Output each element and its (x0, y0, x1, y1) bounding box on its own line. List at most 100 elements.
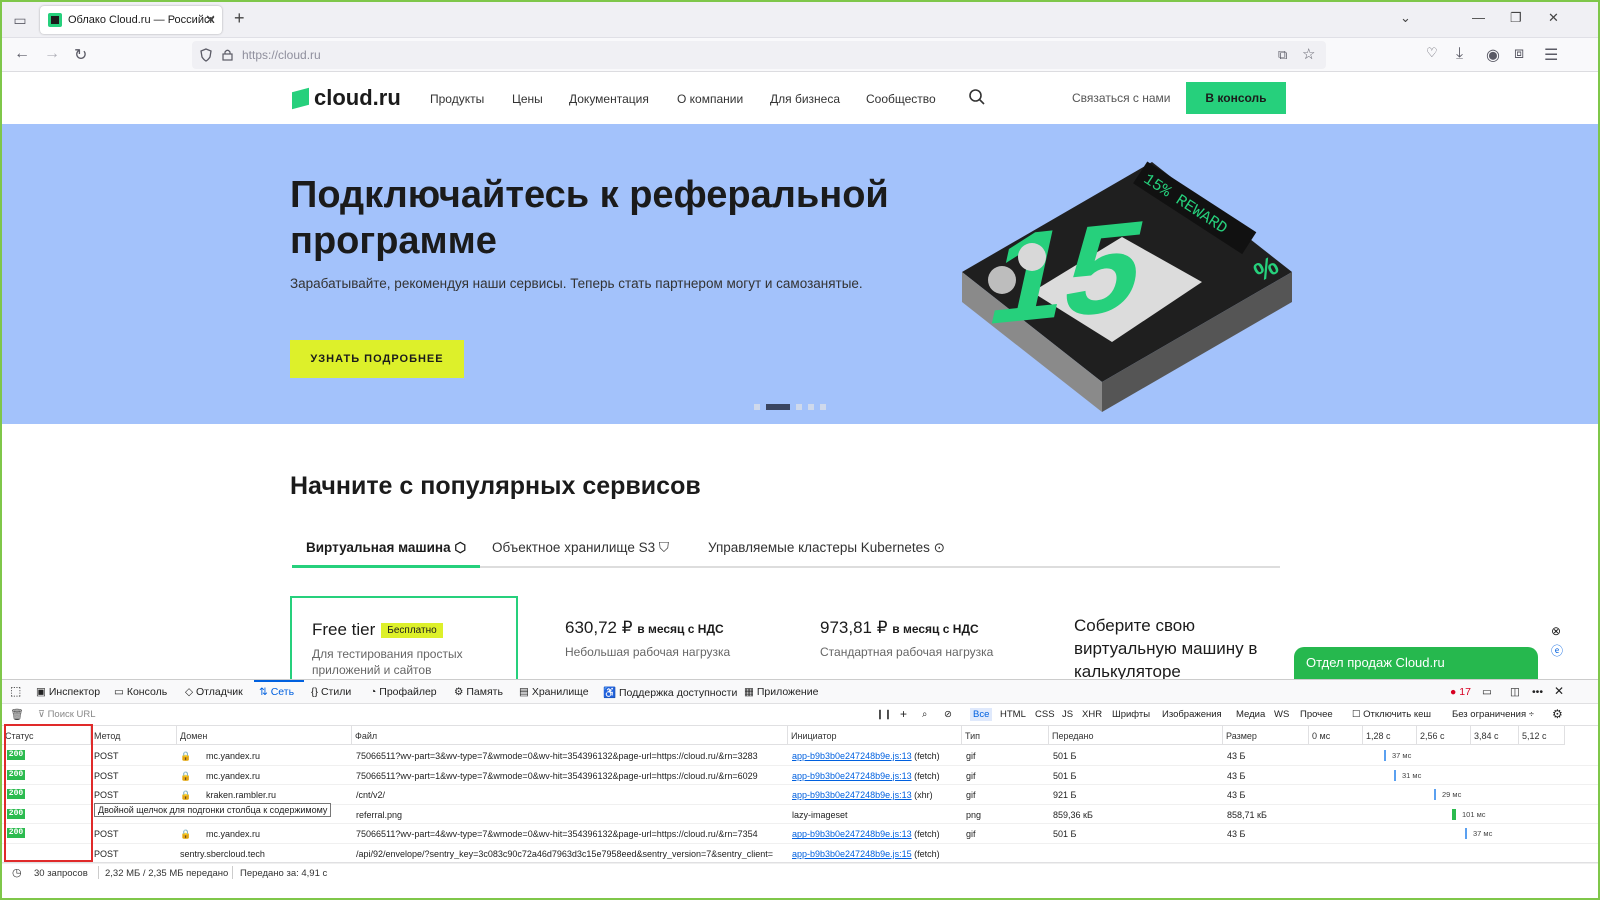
column-transferred[interactable]: Передано (1049, 726, 1223, 745)
filter-css[interactable]: CSS (1035, 709, 1055, 720)
pause-icon[interactable]: ❙❙ (876, 709, 892, 720)
close-window-icon[interactable]: ✕ (1548, 10, 1559, 26)
menu-business[interactable]: Для бизнеса (770, 92, 840, 106)
shield-icon[interactable] (200, 48, 212, 62)
tab-object-storage[interactable]: Объектное хранилище S3 ⛉ (492, 540, 669, 556)
edge-widget-icon[interactable]: ⓔ (1551, 642, 1563, 659)
tab-kubernetes[interactable]: Управляемые кластеры Kubernetes ⊙ (708, 540, 945, 556)
account-icon[interactable]: ◉ (1486, 45, 1500, 65)
request-initiator[interactable]: app-b9b3b0e247248b9e.js:15 (fetch) (792, 849, 960, 859)
tab-accessibility[interactable]: ♿ Поддержка доступности (603, 686, 737, 699)
throttling-select[interactable]: Без ограничения ÷ (1452, 709, 1534, 720)
carousel-dot[interactable] (754, 404, 760, 410)
tab-storage[interactable]: ▤ Хранилище (519, 686, 589, 698)
performance-icon[interactable]: ◷ (12, 866, 22, 879)
column-file[interactable]: Файл (352, 726, 788, 745)
card-calculator[interactable]: Соберите свою виртуальную машину в кальк… (1054, 596, 1282, 686)
carousel-dot[interactable] (796, 404, 802, 410)
contact-link[interactable]: Связаться с нами (1072, 91, 1170, 105)
tab-overflow-icon[interactable]: ⌄ (1400, 10, 1411, 26)
restore-icon[interactable]: ❐ (1510, 10, 1522, 26)
initiator-link[interactable]: app-b9b3b0e247248b9e.js:13 (792, 771, 912, 781)
tab-virtual-machine[interactable]: Виртуальная машина ⬡ (306, 540, 466, 556)
disable-cache-checkbox[interactable]: ☐ Отключить кеш (1352, 709, 1431, 720)
table-row[interactable]: 200 POST 🔒 kraken.rambler.ru/cnt/v2/app-b9b… (2, 785, 1598, 805)
request-initiator[interactable]: app-b9b3b0e247248b9e.js:13 (fetch) (792, 751, 960, 761)
filter-js[interactable]: JS (1062, 709, 1073, 720)
logo[interactable]: cloud.ru (292, 85, 401, 111)
menu-icon[interactable]: ☰ (1544, 45, 1558, 65)
url-filter-input[interactable]: ⊽ Поиск URL (38, 709, 96, 720)
menu-products[interactable]: Продукты (430, 92, 484, 106)
tab-network[interactable]: ⇅ Сеть (259, 686, 294, 698)
element-picker-icon[interactable]: ⬚ (10, 684, 21, 698)
column-method[interactable]: Метод (91, 726, 177, 745)
block-icon[interactable]: ⊘ (944, 709, 952, 720)
card-free-tier[interactable]: Free tier Бесплатно Для тестирования прос… (290, 596, 518, 686)
bookmark-star-icon[interactable]: ☆ (1302, 45, 1315, 63)
trash-icon[interactable]: 🗑 (10, 708, 24, 721)
table-row[interactable]: 200 POST 🔒 mc.yandex.ru 75066511?wv-part=3&w… (2, 746, 1598, 766)
menu-docs[interactable]: Документация (569, 92, 649, 106)
table-row[interactable]: 200 POST 🔒 mc.yandex.ru 75066511?wv-part=4&w… (2, 824, 1598, 844)
filter-other[interactable]: Прочее (1300, 709, 1333, 720)
reload-icon[interactable]: ↻ (74, 45, 87, 65)
carousel-dot[interactable] (808, 404, 814, 410)
tab-memory[interactable]: ⚙ Память (454, 686, 503, 698)
filter-fonts[interactable]: Шрифты (1112, 709, 1150, 720)
initiator-link[interactable]: app-b9b3b0e247248b9e.js:13 (792, 751, 912, 761)
picture-in-picture-icon[interactable]: ⧉ (1278, 47, 1287, 63)
menu-about[interactable]: О компании (677, 92, 743, 106)
initiator-link[interactable]: app-b9b3b0e247248b9e.js:15 (792, 849, 912, 859)
request-initiator[interactable]: lazy-imageset (792, 810, 960, 820)
table-row[interactable]: 200 POST 🔒 mc.yandex.ru 75066511?wv-part=1&w… (2, 766, 1598, 786)
column-domain[interactable]: Домен (177, 726, 352, 745)
minimize-icon[interactable]: — (1472, 10, 1485, 25)
close-tab-icon[interactable]: ✕ (205, 6, 216, 34)
pocket-icon[interactable]: ♡ (1426, 45, 1438, 61)
initiator-link[interactable]: app-b9b3b0e247248b9e.js:13 (792, 829, 912, 839)
error-count[interactable]: ● 17 (1450, 686, 1471, 698)
carousel-dot-active[interactable] (766, 404, 790, 410)
initiator-link[interactable]: app-b9b3b0e247248b9e.js:13 (792, 790, 912, 800)
filter-all[interactable]: Все (970, 708, 993, 721)
column-initiator[interactable]: Инициатор (788, 726, 962, 745)
filter-media[interactable]: Медиа (1236, 709, 1265, 720)
downloads-icon[interactable]: ⤓ (1456, 45, 1463, 63)
tab-inspector[interactable]: ▣ Инспектор (36, 686, 100, 698)
tab-application[interactable]: ▦ Приложение (744, 686, 818, 698)
search-icon[interactable] (968, 88, 986, 106)
add-icon[interactable]: + (900, 707, 907, 721)
card-standard-workload[interactable]: 973,81 ₽ в месяц с НДС Стандартная рабоч… (800, 596, 1028, 686)
lock-icon[interactable] (222, 48, 233, 61)
close-widget-icon[interactable]: ⊗ (1551, 624, 1561, 638)
request-initiator[interactable]: app-b9b3b0e247248b9e.js:13 (fetch) (792, 771, 960, 781)
filter-html[interactable]: HTML (1000, 709, 1026, 720)
address-bar[interactable]: https://cloud.ru ⧉ ☆ (192, 41, 1326, 69)
browser-tab[interactable]: Облако Cloud.ru — Российск ✕ (40, 6, 222, 34)
carousel-dot[interactable] (820, 404, 826, 410)
filter-xhr[interactable]: XHR (1082, 709, 1102, 720)
tab-console[interactable]: ▭ Консоль (114, 686, 167, 698)
dock-icon[interactable]: ◫ (1510, 686, 1520, 698)
card-small-workload[interactable]: 630,72 ₽ в месяц с НДС Небольшая рабочая… (545, 596, 773, 686)
new-tab-icon[interactable]: + (234, 8, 245, 29)
sales-chat-widget[interactable]: Отдел продаж Cloud.ru (1294, 647, 1538, 679)
console-button[interactable]: В консоль (1186, 82, 1286, 114)
settings-gear-icon[interactable]: ⚙ (1552, 707, 1563, 721)
filter-images[interactable]: Изображения (1162, 709, 1222, 720)
tab-debugger[interactable]: ◇ Отладчик (185, 686, 243, 698)
search-icon[interactable]: ⌕ (922, 709, 927, 720)
column-type[interactable]: Тип (962, 726, 1049, 745)
close-devtools-icon[interactable]: ✕ (1554, 684, 1564, 698)
learn-more-button[interactable]: УЗНАТЬ ПОДРОБНЕЕ (290, 340, 464, 378)
tab-profiler[interactable]: ◔ Профайлер (370, 686, 437, 698)
column-size[interactable]: Размер (1223, 726, 1309, 745)
request-initiator[interactable]: app-b9b3b0e247248b9e.js:13 (xhr) (792, 790, 960, 800)
back-icon[interactable]: ← (14, 45, 30, 63)
forward-icon[interactable]: → (44, 45, 60, 63)
more-options-icon[interactable]: ••• (1532, 686, 1543, 698)
menu-prices[interactable]: Цены (512, 92, 543, 106)
table-row[interactable]: POST sentry.sbercloud.tech/api/92/envelop… (2, 844, 1598, 864)
filter-ws[interactable]: WS (1274, 709, 1289, 720)
